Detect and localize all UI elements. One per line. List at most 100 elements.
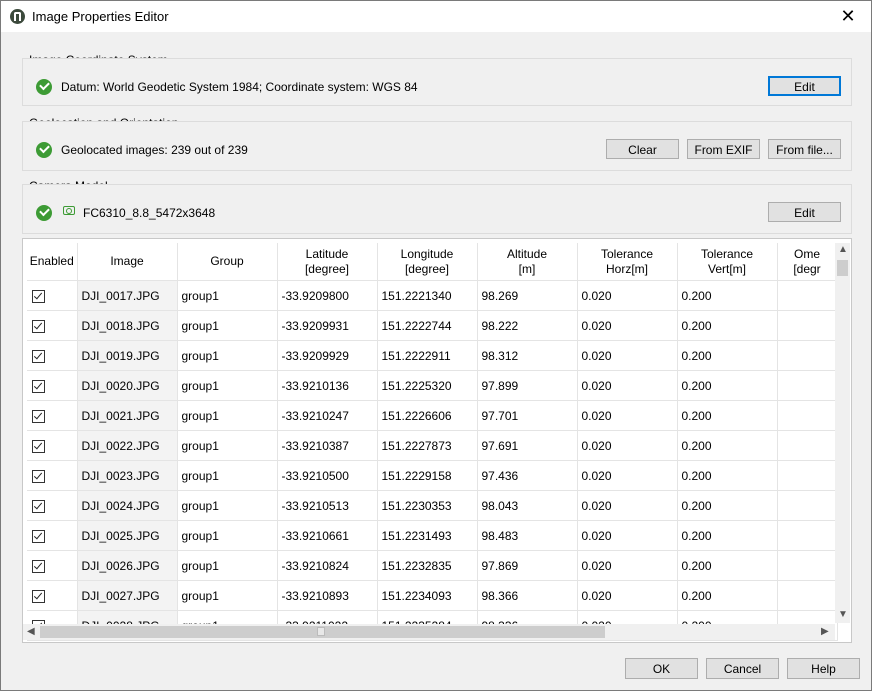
cell-lat[interactable]: -33.9210824 <box>277 550 378 581</box>
cell-alt[interactable]: 98.312 <box>477 340 578 371</box>
cell-image[interactable]: DJI_0026.JPG <box>77 550 178 581</box>
cancel-button[interactable]: Cancel <box>706 658 779 679</box>
column-header[interactable]: Tolerance Vert[m] <box>677 243 778 281</box>
table-row[interactable]: DJI_0023.JPG group1 -33.9210500 151.2229158… <box>27 460 838 491</box>
cell-tv[interactable]: 0.200 <box>677 310 778 341</box>
cell-lon[interactable]: 151.2234093 <box>377 580 478 611</box>
cell-alt[interactable]: 98.043 <box>477 490 578 521</box>
table-row[interactable]: DJI_0022.JPG group1 -33.9210387 151.2227873… <box>27 430 838 461</box>
cell-tv[interactable]: 0.200 <box>677 580 778 611</box>
table-row[interactable]: DJI_0024.JPG group1 -33.9210513 151.2230353… <box>27 490 838 521</box>
scroll-left-icon[interactable]: ◀ <box>27 626 35 637</box>
cell-alt[interactable]: 97.869 <box>477 550 578 581</box>
cell-th[interactable]: 0.020 <box>577 310 678 341</box>
ok-button[interactable]: OK <box>625 658 698 679</box>
cell-group[interactable]: group1 <box>177 430 278 461</box>
cell-th[interactable]: 0.020 <box>577 280 678 311</box>
scroll-right-icon[interactable]: ▶ <box>821 626 829 637</box>
cell-image[interactable]: DJI_0024.JPG <box>77 490 178 521</box>
cell-omega[interactable] <box>777 370 838 401</box>
cell-group[interactable]: group1 <box>177 280 278 311</box>
cell-group[interactable]: group1 <box>177 370 278 401</box>
from-exif-button[interactable]: From EXIF <box>687 139 760 159</box>
cell-group[interactable]: group1 <box>177 340 278 371</box>
enabled-checkbox[interactable] <box>32 439 45 453</box>
cell-omega[interactable] <box>777 340 838 371</box>
cell-image[interactable]: DJI_0017.JPG <box>77 280 178 311</box>
cell-lat[interactable]: -33.9210513 <box>277 490 378 521</box>
cell-tv[interactable]: 0.200 <box>677 550 778 581</box>
table-row[interactable]: DJI_0018.JPG group1 -33.9209931 151.2222744… <box>27 310 838 341</box>
cell-lat[interactable]: -33.9210500 <box>277 460 378 491</box>
cell-tv[interactable]: 0.200 <box>677 490 778 521</box>
enabled-checkbox[interactable] <box>32 469 45 483</box>
coord-system-edit-button[interactable]: Edit <box>768 76 841 96</box>
cell-lon[interactable]: 151.2231493 <box>377 520 478 551</box>
table-row[interactable]: DJI_0027.JPG group1 -33.9210893 151.2234093… <box>27 580 838 611</box>
column-header[interactable]: Image <box>77 243 178 281</box>
table-row[interactable]: DJI_0017.JPG group1 -33.9209800 151.2221340… <box>27 280 838 311</box>
cell-group[interactable]: group1 <box>177 520 278 551</box>
cell-omega[interactable] <box>777 430 838 461</box>
cell-lat[interactable]: -33.9210247 <box>277 400 378 431</box>
cell-tv[interactable]: 0.200 <box>677 280 778 311</box>
cell-lon[interactable]: 151.2232835 <box>377 550 478 581</box>
cell-th[interactable]: 0.020 <box>577 370 678 401</box>
cell-lon[interactable]: 151.2225320 <box>377 370 478 401</box>
cell-th[interactable]: 0.020 <box>577 400 678 431</box>
cell-image[interactable]: DJI_0019.JPG <box>77 340 178 371</box>
cell-th[interactable]: 0.020 <box>577 460 678 491</box>
cell-omega[interactable] <box>777 310 838 341</box>
camera-edit-button[interactable]: Edit <box>768 202 841 222</box>
cell-alt[interactable]: 97.701 <box>477 400 578 431</box>
cell-lat[interactable]: -33.9210661 <box>277 520 378 551</box>
enabled-checkbox[interactable] <box>32 289 45 303</box>
help-button[interactable]: Help <box>787 658 860 679</box>
cell-lon[interactable]: 151.2226606 <box>377 400 478 431</box>
table-row[interactable]: DJI_0025.JPG group1 -33.9210661 151.2231493… <box>27 520 838 551</box>
scroll-down-icon[interactable]: ▼ <box>838 609 848 620</box>
table-row[interactable]: DJI_0020.JPG group1 -33.9210136 151.2225320… <box>27 370 838 401</box>
column-header[interactable]: Longitude [degree] <box>377 243 478 281</box>
cell-th[interactable]: 0.020 <box>577 520 678 551</box>
cell-omega[interactable] <box>777 580 838 611</box>
cell-image[interactable]: DJI_0020.JPG <box>77 370 178 401</box>
enabled-checkbox[interactable] <box>32 499 45 513</box>
cell-group[interactable]: group1 <box>177 460 278 491</box>
column-header[interactable]: Latitude [degree] <box>277 243 378 281</box>
vertical-scrollbar[interactable]: ▲ ▼ <box>835 243 850 623</box>
cell-group[interactable]: group1 <box>177 580 278 611</box>
cell-tv[interactable]: 0.200 <box>677 520 778 551</box>
cell-alt[interactable]: 97.691 <box>477 430 578 461</box>
cell-lat[interactable]: -33.9210387 <box>277 430 378 461</box>
column-header[interactable]: Altitude [m] <box>477 243 578 281</box>
cell-tv[interactable]: 0.200 <box>677 340 778 371</box>
cell-lat[interactable]: -33.9209800 <box>277 280 378 311</box>
cell-alt[interactable]: 97.899 <box>477 370 578 401</box>
cell-lon[interactable]: 151.2230353 <box>377 490 478 521</box>
cell-image[interactable]: DJI_0018.JPG <box>77 310 178 341</box>
vertical-scroll-thumb[interactable] <box>837 260 848 276</box>
from-file-button[interactable]: From file... <box>768 139 841 159</box>
cell-lon[interactable]: 151.2221340 <box>377 280 478 311</box>
enabled-checkbox[interactable] <box>32 559 45 573</box>
clear-button[interactable]: Clear <box>606 139 679 159</box>
cell-omega[interactable] <box>777 550 838 581</box>
scroll-up-icon[interactable]: ▲ <box>838 244 848 255</box>
cell-alt[interactable]: 98.269 <box>477 280 578 311</box>
table-row[interactable]: DJI_0021.JPG group1 -33.9210247 151.2226606… <box>27 400 838 431</box>
cell-alt[interactable]: 97.436 <box>477 460 578 491</box>
cell-alt[interactable]: 98.222 <box>477 310 578 341</box>
cell-lon[interactable]: 151.2222911 <box>377 340 478 371</box>
cell-lat[interactable]: -33.9209929 <box>277 340 378 371</box>
cell-omega[interactable] <box>777 520 838 551</box>
cell-lat[interactable]: -33.9209931 <box>277 310 378 341</box>
enabled-checkbox[interactable] <box>32 589 45 603</box>
cell-th[interactable]: 0.020 <box>577 550 678 581</box>
cell-th[interactable]: 0.020 <box>577 340 678 371</box>
enabled-checkbox[interactable] <box>32 409 45 423</box>
cell-image[interactable]: DJI_0025.JPG <box>77 520 178 551</box>
enabled-checkbox[interactable] <box>32 349 45 363</box>
cell-omega[interactable] <box>777 400 838 431</box>
enabled-checkbox[interactable] <box>32 529 45 543</box>
